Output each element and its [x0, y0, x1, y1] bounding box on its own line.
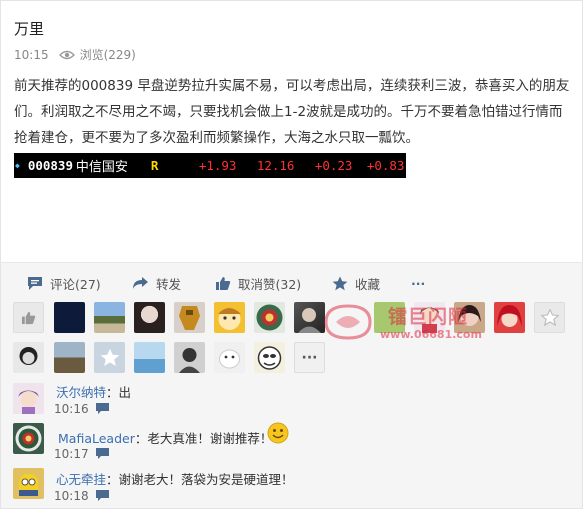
commenter-name[interactable]: MafiaLeader: [58, 431, 135, 446]
post-author[interactable]: 万里: [14, 18, 44, 39]
post-card: 万里 10:15 浏览(229) 前天推荐的000839 早盘逆势拉升实属不易，…: [0, 0, 583, 262]
default-avatar[interactable]: [534, 302, 565, 333]
anime-image: [497, 305, 522, 327]
liker-avatar[interactable]: [174, 302, 205, 333]
like-toggle[interactable]: [13, 302, 44, 333]
liker-avatar[interactable]: [54, 342, 85, 373]
liker-avatar[interactable]: [254, 302, 285, 333]
anime-image: [420, 307, 439, 333]
commenter-name[interactable]: 心无牵挂: [56, 472, 106, 487]
liker-avatar[interactable]: [494, 302, 525, 333]
stock-flag: R: [150, 158, 159, 173]
star-icon: [540, 309, 559, 326]
liker-avatar[interactable]: [414, 302, 445, 333]
stock-price: 12.16: [256, 158, 295, 173]
stock-change-pct: +1.93: [198, 158, 237, 173]
post-meta: 10:15 浏览(229): [14, 46, 136, 63]
stock-value4: +0.83: [366, 158, 405, 173]
stock-name: 中信国安: [75, 160, 128, 175]
commenter-avatar[interactable]: [13, 383, 44, 414]
liker-avatar[interactable]: [134, 302, 165, 333]
liker-avatar[interactable]: [134, 342, 165, 373]
forward-icon: [133, 277, 148, 289]
commenter-avatar[interactable]: [13, 423, 44, 454]
post-content: 前天推荐的000839 早盘逆势拉升实属不易，可以考虑出局，连续获利三波，恭喜买…: [14, 78, 570, 146]
anime-image: [458, 305, 481, 326]
comment-time: 10:18: [54, 489, 89, 503]
favorite-label: 收藏: [355, 276, 381, 292]
commenter-avatar[interactable]: [13, 468, 44, 499]
stock-code: 000839: [27, 158, 73, 173]
default-avatar[interactable]: [94, 342, 125, 373]
robot-image: [179, 306, 200, 330]
more-label: ···: [411, 275, 426, 291]
action-bar: 评论(27) 转发 取消赞(32) 收藏 ···: [1, 273, 583, 293]
comment-time: 10:17: [54, 447, 89, 461]
anime-image: [18, 390, 39, 414]
liker-avatar[interactable]: [214, 302, 245, 333]
portrait-image: [19, 347, 38, 365]
reply-icon[interactable]: [96, 448, 109, 459]
forward-button[interactable]: 转发: [132, 274, 181, 293]
comment-time: 10:16: [54, 402, 89, 416]
view-count: 浏览(229): [79, 48, 136, 62]
liker-avatar[interactable]: [454, 302, 485, 333]
comment-text: ：谢谢老大！落袋为安是硬道理！: [106, 472, 294, 487]
liker-avatar[interactable]: [374, 302, 405, 333]
emblem-image: [15, 425, 42, 452]
liker-avatar[interactable]: [214, 342, 245, 373]
diamond-icon: ◆: [15, 161, 20, 170]
thumbs-up-icon: [216, 276, 231, 290]
liker-avatar[interactable]: [94, 302, 125, 333]
liker-avatar[interactable]: [254, 342, 285, 373]
star-icon: [332, 276, 348, 290]
more-button[interactable]: ···: [411, 276, 425, 291]
portrait-image: [179, 348, 200, 373]
unlike-button[interactable]: 取消赞(32): [215, 274, 301, 293]
liker-avatar[interactable]: [54, 302, 85, 333]
emblem-image: [256, 304, 283, 331]
star-icon: [100, 348, 119, 366]
more-likers-button[interactable]: ···: [294, 342, 325, 373]
liker-avatar[interactable]: [13, 342, 44, 373]
eye-icon: [58, 50, 75, 59]
comment-text: ：出: [106, 385, 132, 400]
portrait-image: [298, 308, 321, 333]
favorite-button[interactable]: 收藏: [332, 274, 380, 293]
reply-icon[interactable]: [96, 403, 109, 414]
cartoon-face-image: [19, 474, 38, 496]
smiley-emoji-icon: [267, 422, 289, 444]
commenter-name[interactable]: 沃尔纳特: [56, 385, 106, 400]
thumbs-up-icon: [21, 311, 36, 324]
comment-icon: [28, 276, 42, 290]
comment-button[interactable]: 评论(27): [27, 274, 101, 293]
dog-image: [219, 349, 240, 369]
liker-avatar[interactable]: [294, 302, 325, 333]
comment-label: 评论(27): [50, 276, 101, 292]
comment-text: ：老大真准！谢谢推荐！: [134, 431, 273, 446]
cartoon-face-image: [218, 308, 241, 330]
unlike-label: 取消赞(32): [238, 276, 302, 292]
liker-avatar[interactable]: [174, 342, 205, 373]
interaction-panel: 评论(27) 转发 取消赞(32) 收藏 ··· ··· 沃尔纳特：出 10:1…: [0, 262, 583, 509]
cartoon-face-image: [257, 346, 282, 370]
stock-quote-bar[interactable]: ◆ 000839 中信国安 R +1.93 12.16 +0.23 +0.83: [14, 153, 406, 178]
forward-label: 转发: [156, 276, 182, 292]
post-time: 10:15: [14, 47, 49, 62]
reply-icon[interactable]: [96, 490, 109, 501]
stock-change: +0.23: [314, 158, 353, 173]
